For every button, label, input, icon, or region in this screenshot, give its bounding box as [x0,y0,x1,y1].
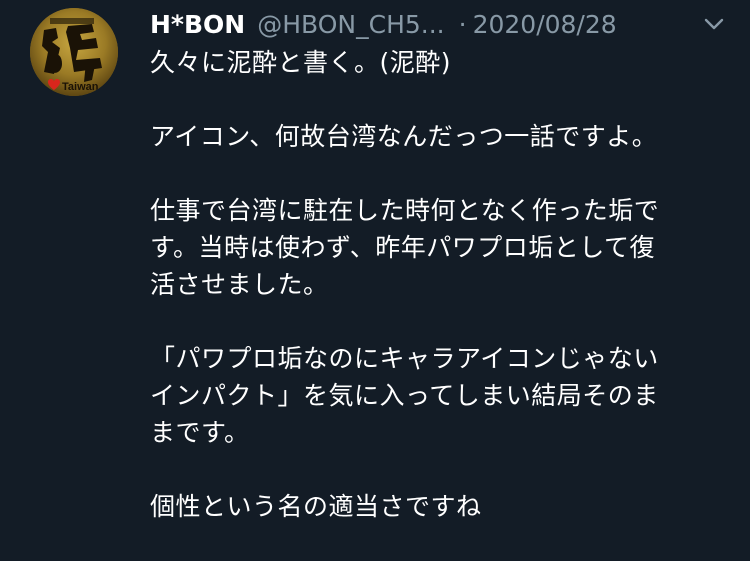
avatar-caption: Taiwan [62,81,99,93]
text-line: インパクト」を気に入ってしまい結局そのま [150,381,659,410]
display-name[interactable]: H*BON [150,10,245,39]
text-line: アイコン、何故台湾なんだっつ一話ですよ。 [150,122,658,151]
text-line: 「パワプロ垢なのにキャラアイコンじゃない [150,344,659,373]
more-options-button[interactable] [700,10,728,38]
chevron-down-icon [704,18,724,30]
avatar-image: Taiwan [30,8,118,96]
text-line: 活させました。 [150,270,329,299]
text-line: まです。 [150,418,250,447]
text-line: 仕事で台湾に駐在した時何となく作った垢で [150,196,660,225]
user-handle[interactable]: @HBON_CH5... [257,10,444,39]
text-line: 久々に泥酔と書く。(泥酔) [150,48,452,77]
tweet[interactable]: Taiwan H*BON @HBON_CH5... · 2020/08/28 久… [0,0,750,561]
separator-dot: · [458,9,467,39]
tweet-text: 久々に泥酔と書く。(泥酔) アイコン、何故台湾なんだっつ一話ですよ。 仕事で台湾… [150,44,720,525]
avatar[interactable]: Taiwan [30,8,118,96]
text-line: 個性という名の適当さですね [150,492,482,521]
text-line: す。当時は使わず、昨年パワプロ垢として復 [150,233,656,262]
tweet-date[interactable]: 2020/08/28 [473,10,617,39]
tweet-header: H*BON @HBON_CH5... · 2020/08/28 [150,4,617,44]
